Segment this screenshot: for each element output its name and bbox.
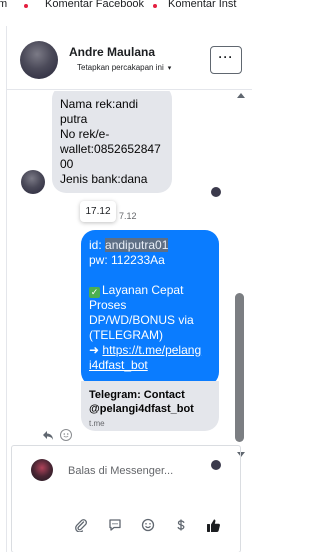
scroll-up-arrow-icon[interactable] (237, 93, 245, 98)
thumbs-up-icon[interactable] (204, 518, 222, 536)
pw-line: pw: 112233Aa (89, 253, 165, 267)
sender-avatar[interactable] (21, 170, 45, 194)
selected-text: andiputra01 (105, 238, 169, 252)
assign-conversation-label: Tetapkan percakapan ini (77, 63, 164, 72)
promo-line: Proses (89, 298, 127, 312)
check-mark-icon: ✓ (89, 287, 100, 298)
link-preview-card[interactable]: Telegram: Contact @pelangi4dfast_bot t.m… (81, 381, 219, 431)
scrollbar[interactable] (235, 91, 247, 460)
emoji-icon[interactable] (139, 518, 157, 536)
promo-line: (TELEGRAM) (89, 328, 164, 342)
message-line: Jenis bank:dana (60, 172, 148, 186)
assign-conversation-dropdown[interactable]: Tetapkan percakapan ini ▾ (77, 63, 171, 72)
contact-avatar[interactable] (20, 41, 58, 79)
timestamp-tooltip: 17.12 (80, 201, 116, 222)
composer-toolbar (12, 518, 242, 538)
outgoing-message-bubble[interactable]: id: andiputra01 pw: 112233Aa ✓ Layanan Ce… (81, 230, 219, 386)
smiley-icon[interactable] (60, 429, 72, 441)
arrow-icon: ➜ (89, 343, 103, 357)
chevron-down-icon: ▾ (167, 65, 172, 72)
message-line: 00 (60, 157, 74, 171)
tab-partial[interactable]: m (0, 0, 7, 10)
link-preview-title: Telegram: Contact @pelangi4dfast_bot (89, 389, 194, 415)
message-timestamp: 7.12 (119, 211, 137, 221)
tab-notification-dot (153, 4, 157, 8)
tab-notification-dot (24, 4, 28, 8)
paperclip-icon[interactable] (72, 518, 90, 536)
id-line: id: andiputra01 (89, 238, 211, 253)
page-avatar (31, 459, 53, 481)
more-options-button[interactable]: ··· (210, 46, 242, 74)
link-line: i4dfast_bot (89, 358, 211, 373)
telegram-link[interactable]: https://t.me/pelang (102, 343, 201, 357)
incoming-message-bubble[interactable]: Nama rek:andi putra No rek/e- wallet:085… (52, 91, 172, 193)
message-line: wallet:0852652847 (60, 142, 161, 156)
promo-text: Layanan Cepat (102, 283, 184, 297)
id-label: id: (89, 238, 106, 252)
scrollbar-thumb[interactable] (235, 293, 244, 442)
tab-komentar-instagram[interactable]: Komentar Inst (168, 0, 236, 10)
browser-tab-strip: m Komentar Facebook Komentar Inst (0, 0, 260, 16)
promo-line: DP/WD/BONUS via (89, 313, 194, 327)
link-preview-domain: t.me (89, 419, 105, 428)
message-line: Nama rek:andi (60, 97, 139, 111)
dollar-icon[interactable] (172, 518, 190, 536)
read-receipt-avatar (211, 187, 221, 197)
message-line: putra (60, 112, 88, 126)
link-line: ➜ https://t.me/pelang (89, 343, 211, 358)
tab-komentar-facebook[interactable]: Komentar Facebook (45, 0, 144, 10)
contact-name[interactable]: Andre Maulana (69, 45, 155, 59)
reply-composer: Balas di Messenger... (11, 445, 241, 552)
chat-bubble-icon[interactable] (106, 518, 124, 536)
message-line: No rek/e- (60, 127, 110, 141)
promo-line: ✓ Layanan Cepat (89, 283, 211, 298)
reply-icon[interactable] (42, 429, 54, 441)
chat-header: Andre Maulana Tetapkan percakapan ini ▾ ·… (7, 26, 252, 90)
reply-input[interactable]: Balas di Messenger... (68, 465, 173, 477)
telegram-link-continued[interactable]: i4dfast_bot (89, 358, 148, 372)
message-list: Nama rek:andi putra No rek/e- wallet:085… (7, 91, 235, 476)
